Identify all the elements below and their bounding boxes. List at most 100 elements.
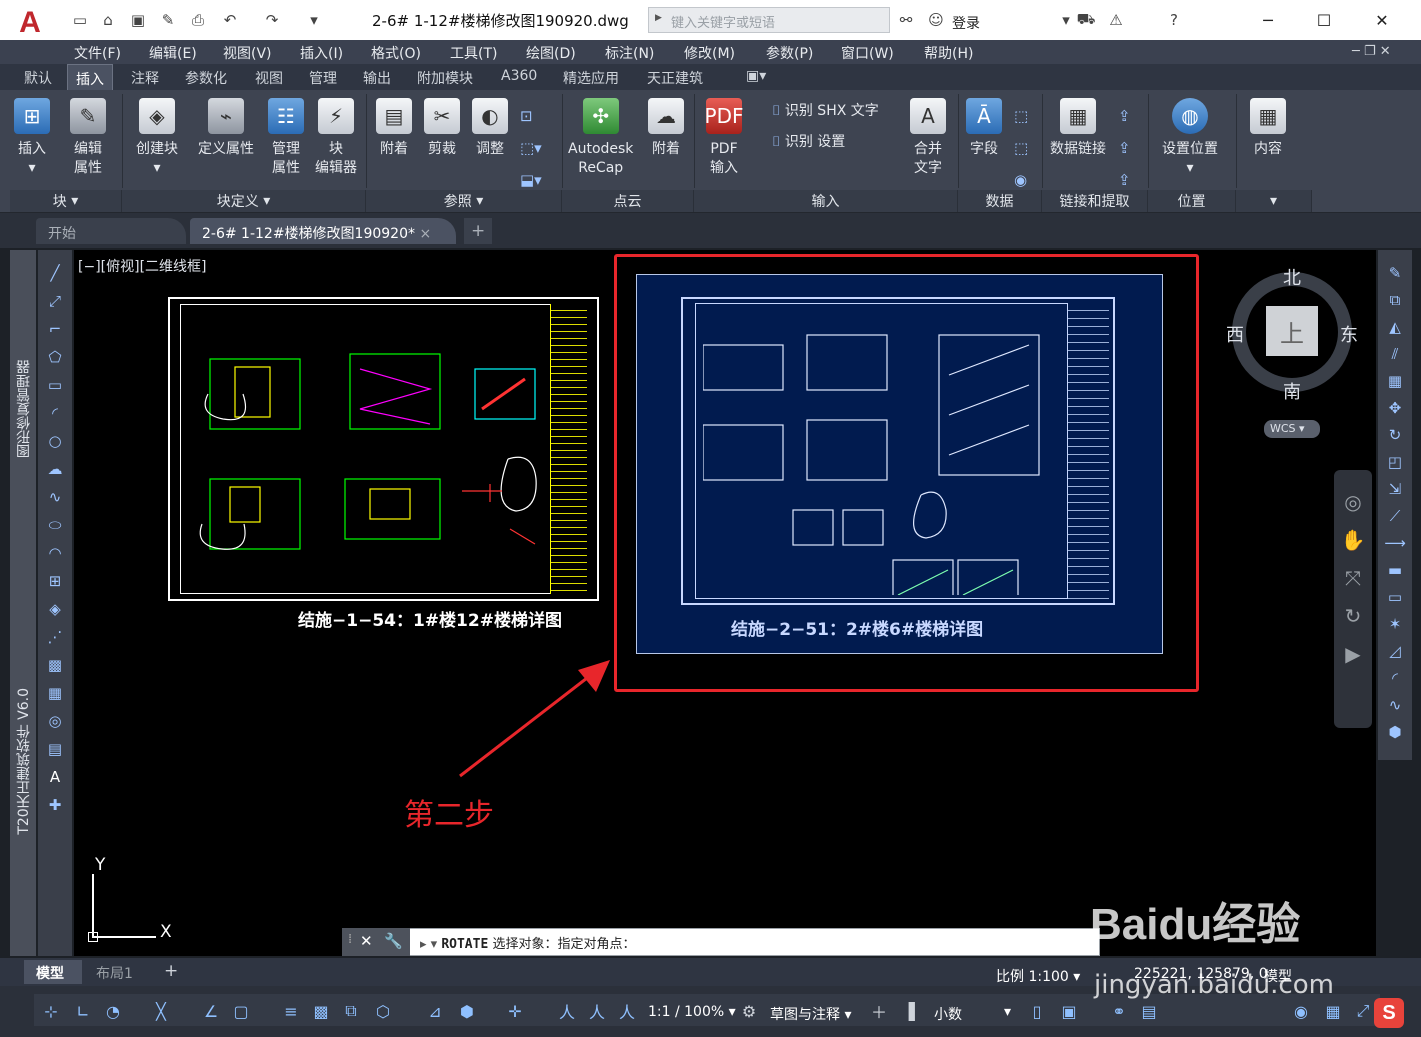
polygon-icon[interactable]: ⬠: [44, 346, 66, 368]
drawing-recovery-palette-tab[interactable]: 图形修复管理器: [14, 360, 34, 458]
annotation-scale-icon[interactable]: ⼈: [616, 1000, 638, 1022]
grip-icon[interactable]: ⁞: [348, 932, 352, 947]
qat-dropdown-icon[interactable]: ▾: [304, 10, 324, 30]
application-menu-button[interactable]: A: [10, 6, 50, 40]
gizmo-icon[interactable]: ✛: [504, 1000, 526, 1022]
line-icon[interactable]: ╱: [44, 262, 66, 284]
menu-tools[interactable]: 工具(T): [450, 43, 497, 63]
menu-view[interactable]: 视图(V): [223, 43, 272, 63]
menu-window[interactable]: 窗口(W): [841, 43, 894, 63]
viewcube-west[interactable]: 西: [1226, 321, 1244, 347]
new-icon[interactable]: ▭: [70, 10, 90, 30]
gear-icon[interactable]: ⚙: [738, 1000, 760, 1022]
save-as-icon[interactable]: ✎: [158, 10, 178, 30]
zoom-extents-icon[interactable]: ⤧: [1345, 566, 1361, 590]
menu-format[interactable]: 格式(O): [371, 43, 421, 63]
osnap-icon[interactable]: ▢: [230, 1000, 252, 1022]
close-tab-icon[interactable]: ×: [419, 226, 431, 242]
viewport-controls-label[interactable]: [−][俯视][二维线框]: [78, 256, 207, 276]
recap-button[interactable]: ✣ Autodesk ReCap: [568, 98, 633, 178]
auto-scale-icon[interactable]: ⼈: [586, 1000, 608, 1022]
create-block-button[interactable]: ◈ 创建块 ▾: [136, 98, 178, 178]
block-editor-button[interactable]: ⚡ 块编辑器: [315, 98, 357, 178]
isodraft-icon[interactable]: ╳: [150, 1000, 172, 1022]
wcs-dropdown[interactable]: WCS ▾: [1264, 420, 1320, 438]
tab-a360[interactable]: A360: [501, 68, 537, 84]
3d-osnap-icon[interactable]: ⬡: [372, 1000, 394, 1022]
merge-text-button[interactable]: A 合并 文字: [910, 98, 946, 178]
spline-icon[interactable]: ∿: [44, 486, 66, 508]
open-icon[interactable]: ⌂: [98, 10, 118, 30]
tab-insert[interactable]: 插入: [67, 64, 113, 90]
selection-filter-icon[interactable]: ⬢: [456, 1000, 478, 1022]
circle-icon[interactable]: ○: [44, 430, 66, 452]
make-block-icon[interactable]: ◈: [44, 598, 66, 620]
polyline-icon[interactable]: ⌐: [44, 318, 66, 340]
scale-icon[interactable]: ◰: [1384, 451, 1406, 473]
tab-default[interactable]: 默认: [24, 68, 52, 88]
user-icon[interactable]: ☺: [926, 10, 946, 30]
binoculars-icon[interactable]: ⚯: [896, 10, 916, 30]
new-tab-button[interactable]: +: [464, 218, 492, 244]
menu-edit[interactable]: 编辑(E): [149, 43, 197, 63]
copy-icon[interactable]: ⧉: [1384, 289, 1406, 311]
menu-help[interactable]: 帮助(H): [924, 43, 973, 63]
annotation-visibility-icon[interactable]: ⼈: [556, 1000, 578, 1022]
plot-icon[interactable]: ⎙: [188, 10, 208, 30]
quick-properties-icon[interactable]: ▯: [1026, 1000, 1048, 1022]
menu-dimension[interactable]: 标注(N): [605, 43, 654, 63]
pointcloud-attach-button[interactable]: ☁ 附着: [648, 98, 684, 159]
reference-small-tools[interactable]: ⊡ ⬚▾ ⬓▾: [520, 100, 542, 196]
help-icon[interactable]: ?: [1164, 10, 1184, 30]
snap-icon[interactable]: ⊹: [40, 1000, 62, 1022]
new-layout-button[interactable]: +: [158, 960, 184, 984]
undo-icon[interactable]: ↶: [220, 10, 240, 30]
clip-button[interactable]: ✂ 剪裁: [424, 98, 460, 159]
menu-file[interactable]: 文件(F): [74, 43, 121, 63]
showmotion-icon[interactable]: ▶: [1345, 642, 1360, 666]
panel-title-blockdef[interactable]: 块定义 ▾: [122, 190, 366, 212]
mirror-icon[interactable]: ◭: [1384, 316, 1406, 338]
set-location-button[interactable]: ◍ 设置位置 ▾: [1162, 98, 1218, 178]
viewcube-east[interactable]: 东: [1340, 321, 1358, 347]
tab-view[interactable]: 视图: [255, 68, 283, 88]
ribbon-options-icon[interactable]: ▣▾: [746, 68, 766, 84]
mtext-icon[interactable]: A: [44, 766, 66, 788]
save-icon[interactable]: ▣: [128, 10, 148, 30]
selection-cycling-icon[interactable]: ⧉: [340, 1000, 362, 1022]
panel-title-reference[interactable]: 参照 ▾: [366, 190, 562, 212]
maximize-button[interactable]: ☐: [1310, 6, 1338, 34]
manage-attributes-button[interactable]: ☷ 管理 属性: [268, 98, 304, 178]
scale-dropdown[interactable]: 比例 1:100 ▾: [996, 966, 1080, 986]
linking-small-tools[interactable]: ⇪ ⇪ ⇪: [1118, 100, 1131, 196]
tab-annotate[interactable]: 注释: [131, 68, 159, 88]
tab-addins[interactable]: 附加模块: [417, 68, 473, 88]
viewcube-top-face[interactable]: 上: [1266, 306, 1318, 356]
offset-icon[interactable]: ⫽: [1384, 343, 1406, 365]
content-button[interactable]: ▦ 内容: [1250, 98, 1286, 159]
units-chevron-icon[interactable]: ▾: [1004, 1004, 1011, 1020]
edit-attribute-button[interactable]: ✎ 编辑 属性: [70, 98, 106, 178]
viewcube-north[interactable]: 北: [1283, 264, 1301, 290]
move-icon[interactable]: ✥: [1384, 397, 1406, 419]
units-dropdown[interactable]: 小数: [934, 1004, 962, 1024]
chevron-down-icon[interactable]: ▾: [1056, 10, 1076, 30]
steering-wheel-icon[interactable]: ◎: [1344, 490, 1361, 514]
xline-icon[interactable]: ⤢: [44, 290, 66, 312]
point-icon[interactable]: ⋰: [44, 626, 66, 648]
blend-icon[interactable]: ∿: [1384, 694, 1406, 716]
revcloud-icon[interactable]: ☁: [44, 458, 66, 480]
menu-draw[interactable]: 绘图(D): [526, 43, 576, 63]
rectangle-icon[interactable]: ▭: [44, 374, 66, 396]
data-link-button[interactable]: ▦ 数据链接: [1050, 98, 1106, 159]
customize-wrench-icon[interactable]: 🔧: [384, 932, 403, 950]
hardware-acceleration-icon[interactable]: ▤: [1138, 1000, 1160, 1022]
tab-start[interactable]: 开始: [36, 218, 186, 244]
isolate-objects-icon[interactable]: ⚭: [1108, 1000, 1130, 1022]
region-icon[interactable]: ◎: [44, 710, 66, 732]
fillet-icon[interactable]: ◜: [1384, 667, 1406, 689]
trim-icon[interactable]: ⟋: [1384, 505, 1406, 527]
units-icon[interactable]: ▌: [904, 1000, 926, 1022]
define-attribute-button[interactable]: ⌁ 定义属性: [198, 98, 254, 159]
menu-parametric[interactable]: 参数(P): [766, 43, 813, 63]
